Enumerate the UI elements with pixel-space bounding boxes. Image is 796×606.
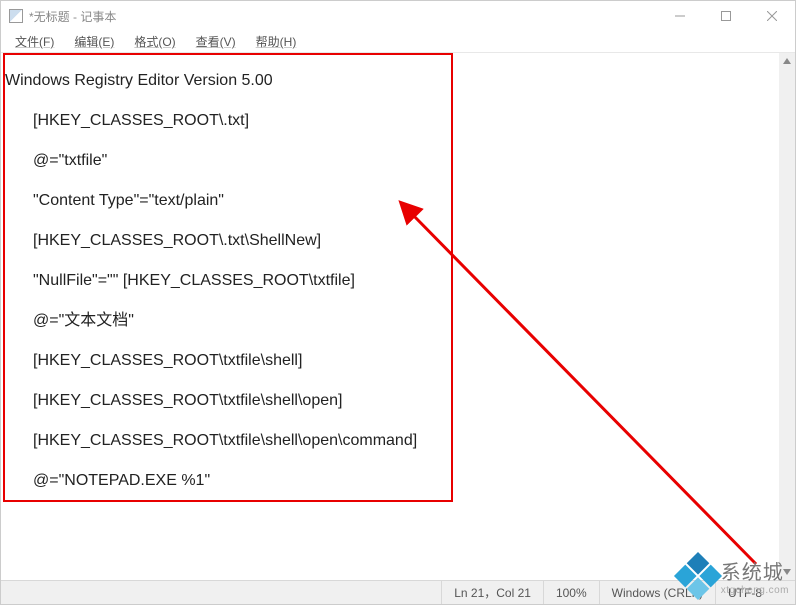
app-icon	[9, 9, 23, 23]
editor-line: Windows Registry Editor Version 5.00	[3, 61, 793, 101]
watermark-text: 系统城	[721, 556, 789, 585]
menu-help[interactable]: 帮助(H)	[246, 31, 307, 52]
editor-line: [HKEY_CLASSES_ROOT\.txt]	[3, 101, 793, 141]
menu-edit[interactable]: 编辑(E)	[64, 31, 124, 52]
titlebar: *无标题 - 记事本	[1, 1, 795, 31]
window-controls	[657, 1, 795, 31]
editor-line: [HKEY_CLASSES_ROOT\txtfile\shell\open]	[3, 381, 793, 421]
watermark-url: xtgcheng.com	[721, 585, 789, 596]
statusbar: Ln 21，Col 21 100% Windows (CRLF) UTF-8	[1, 580, 795, 604]
editor-line: @="文本文档"	[3, 301, 793, 341]
status-position: Ln 21，Col 21	[441, 581, 543, 604]
watermark: 系统城 xtgcheng.com	[681, 556, 789, 596]
text-editor[interactable]: Windows Registry Editor Version 5.00 [HK…	[1, 53, 795, 580]
menubar: 文件(F) 编辑(E) 格式(O) 查看(V) 帮助(H)	[1, 31, 795, 53]
vertical-scrollbar[interactable]	[779, 53, 795, 580]
status-zoom: 100%	[543, 581, 599, 604]
window-title: *无标题 - 记事本	[29, 8, 657, 25]
menu-file[interactable]: 文件(F)	[5, 31, 64, 52]
menu-format[interactable]: 格式(O)	[124, 31, 185, 52]
minimize-button[interactable]	[657, 1, 703, 31]
editor-line: @="txtfile"	[3, 141, 793, 181]
editor-line: @="NOTEPAD.EXE %1"	[3, 461, 793, 501]
editor-line: [HKEY_CLASSES_ROOT\.txt\ShellNew]	[3, 221, 793, 261]
maximize-button[interactable]	[703, 1, 749, 31]
close-button[interactable]	[749, 1, 795, 31]
watermark-logo-icon	[674, 552, 722, 600]
editor-line: "Content Type"="text/plain"	[3, 181, 793, 221]
editor-line: [HKEY_CLASSES_ROOT\txtfile\shell]	[3, 341, 793, 381]
menu-view[interactable]: 查看(V)	[186, 31, 246, 52]
editor-line: [HKEY_CLASSES_ROOT\txtfile\shell\open\co…	[3, 421, 793, 461]
scroll-up-icon[interactable]	[779, 53, 795, 69]
editor-line: "NullFile"="" [HKEY_CLASSES_ROOT\txtfile…	[3, 261, 793, 301]
